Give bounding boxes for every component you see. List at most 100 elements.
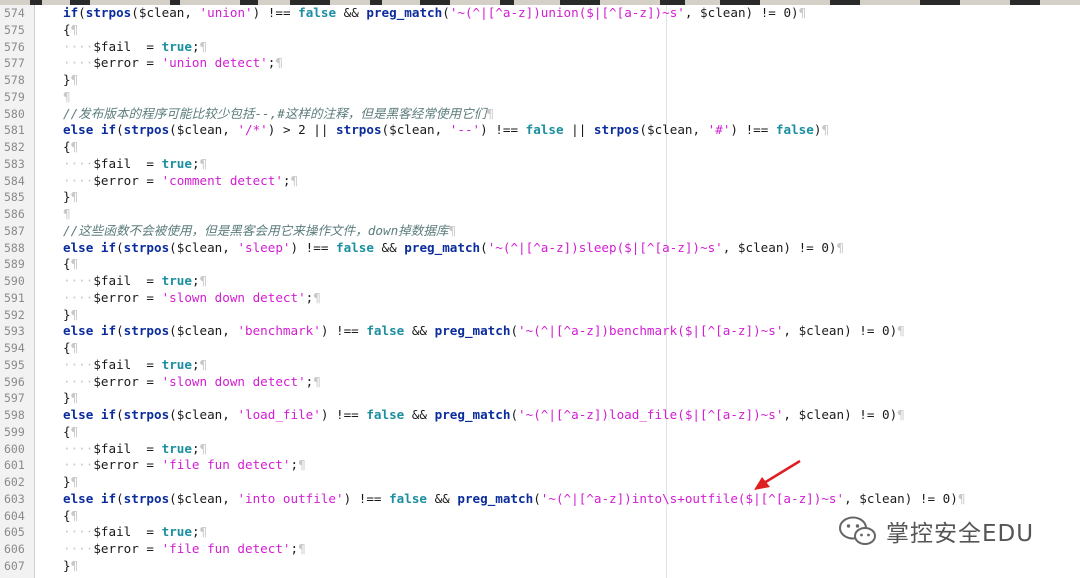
code-text: ····$fail = true;¶ (63, 356, 208, 372)
code-token: ) !== (320, 323, 367, 339)
code-line[interactable]: 578}¶ (0, 72, 1080, 89)
code-token: $clean (859, 490, 905, 506)
code-token: true (161, 524, 192, 540)
code-line[interactable]: 582 {¶ (0, 139, 1080, 156)
code-token: , (844, 490, 860, 506)
code-line[interactable]: 580 //发布版本的程序可能比较少包括--,#这样的注释，但是黑客经常使用它们¶ (0, 106, 1080, 123)
code-token: = (138, 289, 162, 305)
code-editor[interactable]: 574 if(strpos($clean, 'union') !== false … (0, 5, 1080, 578)
code-token: $clean (176, 122, 223, 138)
code-text: }¶ (63, 557, 79, 573)
watermark-text: 掌控安全EDU (886, 521, 1035, 547)
code-token: = (138, 541, 162, 556)
code-token: , (184, 5, 200, 20)
code-token: ( (639, 122, 647, 138)
code-token: ( (116, 239, 124, 255)
code-line[interactable]: 597}¶ (0, 390, 1080, 407)
code-line[interactable]: 588 else if(strpos($clean, 'sleep') !== f… (0, 240, 1080, 257)
code-line[interactable]: 590 ····$fail = true;¶ (0, 273, 1080, 290)
code-line[interactable]: 576 ····$fail = true;¶ (0, 39, 1080, 56)
code-token: { (63, 256, 71, 272)
code-token: = (138, 373, 162, 389)
code-token: ( (116, 490, 124, 506)
code-token: $fail (93, 273, 132, 288)
code-token: $error (93, 457, 139, 473)
code-token: , (783, 323, 799, 339)
code-token: && (427, 490, 458, 506)
code-token: , (684, 5, 701, 20)
code-token: $fail (93, 524, 132, 540)
code-line[interactable]: 603 else if(strpos($clean, 'into outfile'… (0, 491, 1080, 508)
code-line[interactable]: 574 if(strpos($clean, 'union') !== false … (0, 5, 1080, 22)
code-token: 'comment detect' (161, 172, 283, 188)
code-text: else if(strpos($clean, 'benchmark') !== … (63, 323, 905, 339)
code-line[interactable]: 584 ····$error = 'comment detect';¶ (0, 173, 1080, 190)
code-line[interactable]: 598 else if(strpos($clean, 'load_file') !… (0, 407, 1080, 424)
code-line[interactable]: 600 ····$fail = true;¶ (0, 441, 1080, 458)
code-line[interactable]: 586 ¶ (0, 206, 1080, 223)
code-token: 'sleep' (237, 239, 291, 255)
code-token: = (131, 440, 162, 456)
code-text: else if(strpos($clean, 'sleep') !== fals… (63, 239, 845, 255)
code-token: $fail (93, 356, 132, 372)
code-token: $clean (700, 5, 746, 20)
line-number: 597 (4, 391, 25, 406)
code-line[interactable]: 601 ····$error = 'file fun detect';¶ (0, 457, 1080, 474)
code-token: ( (78, 5, 86, 20)
code-text: //这些函数不会被使用，但是黑客会用它来操作文件，down掉数据库¶ (63, 222, 457, 238)
code-line[interactable]: 579 ¶ (0, 89, 1080, 106)
code-token: , (222, 323, 238, 339)
code-text: {¶ (63, 21, 79, 37)
code-line[interactable]: 581 else if(strpos($clean, '/*') > 2 || s… (0, 122, 1080, 139)
code-line[interactable]: 599 {¶ (0, 424, 1080, 441)
code-token: } (63, 474, 71, 489)
code-token: false (336, 239, 374, 255)
code-token: preg_match (404, 239, 481, 255)
line-number: 576 (4, 39, 25, 54)
code-line[interactable]: 602}¶ (0, 474, 1080, 491)
code-line[interactable]: 587 //这些函数不会被使用，但是黑客会用它来操作文件，down掉数据库¶ (0, 223, 1080, 240)
code-line[interactable]: 596 ····$error = 'slown down detect';¶ (0, 374, 1080, 391)
code-text: else if(strpos($clean, 'into outfile') !… (63, 490, 966, 506)
code-line[interactable]: 594 {¶ (0, 340, 1080, 357)
code-text: ¶ (63, 88, 71, 104)
line-number: 578 (4, 73, 25, 87)
code-token: ) != 0) (844, 407, 898, 422)
code-token: $clean (389, 122, 435, 138)
code-token: ) !== (320, 407, 367, 422)
code-text: ····$error = 'slown down detect';¶ (63, 289, 321, 305)
code-line[interactable]: 583 ····$fail = true;¶ (0, 156, 1080, 173)
code-text: ····$fail = true;¶ (63, 440, 208, 456)
line-number: 582 (4, 140, 25, 154)
code-line[interactable]: 593 else if(strpos($clean, 'benchmark') !… (0, 323, 1080, 340)
line-number: 586 (4, 207, 25, 221)
code-line[interactable]: 591 ····$error = 'slown down detect';¶ (0, 290, 1080, 307)
line-number: 607 (4, 558, 25, 573)
code-token: preg_match (366, 5, 443, 20)
code-token: ; (191, 356, 200, 372)
code-line[interactable]: 589 {¶ (0, 256, 1080, 273)
line-number: 574 (4, 6, 25, 20)
code-text: ····$error = 'file fun detect';¶ (63, 457, 306, 473)
code-line[interactable]: 595 ····$fail = true;¶ (0, 357, 1080, 374)
code-token: $error (93, 55, 139, 71)
code-line[interactable]: 585}¶ (0, 189, 1080, 206)
code-line[interactable]: 592}¶ (0, 307, 1080, 324)
code-token: ( (510, 323, 519, 339)
code-line[interactable]: 607 }¶ (0, 558, 1080, 575)
code-token: ; (282, 172, 291, 188)
code-token: { (63, 340, 71, 355)
code-token: } (63, 189, 71, 205)
code-token: ) (252, 5, 268, 20)
code-token: true (161, 440, 192, 456)
code-token: $error (93, 289, 139, 305)
code-text: }¶ (63, 189, 79, 205)
code-line[interactable]: 577 ····$error = 'union detect';¶ (0, 55, 1080, 72)
code-token: ( (169, 122, 177, 138)
code-token: false (389, 490, 428, 506)
code-text: ····$fail = true;¶ (63, 155, 208, 171)
code-text: {¶ (63, 507, 79, 523)
line-number: 592 (4, 307, 25, 322)
code-token: && (404, 407, 435, 422)
code-line[interactable]: 575 {¶ (0, 22, 1080, 39)
